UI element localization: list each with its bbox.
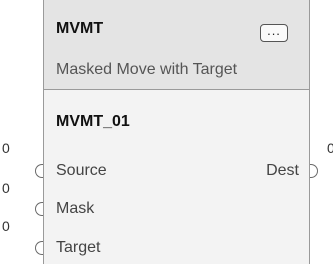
source-input-value[interactable]: 0 [2,140,10,156]
target-input-value[interactable]: 0 [2,218,10,234]
target-pin-label: Target [56,239,101,256]
dest-connector[interactable] [309,164,318,178]
mask-input-value[interactable]: 0 [2,180,10,196]
source-pin-label: Source [56,162,107,179]
function-block-canvas: 0 0 0 0 MVMT ... Masked Move with Target… [0,0,333,264]
block-description: Masked Move with Target [56,61,238,78]
block-header: MVMT ... Masked Move with Target [44,0,309,90]
dest-pin-label: Dest [266,162,299,179]
ellipsis-icon: ... [267,23,281,38]
mvmt-function-block[interactable]: MVMT ... Masked Move with Target MVMT_01… [43,0,310,264]
properties-button[interactable]: ... [260,24,288,42]
dest-output-value[interactable]: 0 [327,140,333,156]
instance-name[interactable]: MVMT_01 [56,113,130,131]
mask-pin-label: Mask [56,200,95,217]
block-type-name: MVMT [56,20,104,37]
